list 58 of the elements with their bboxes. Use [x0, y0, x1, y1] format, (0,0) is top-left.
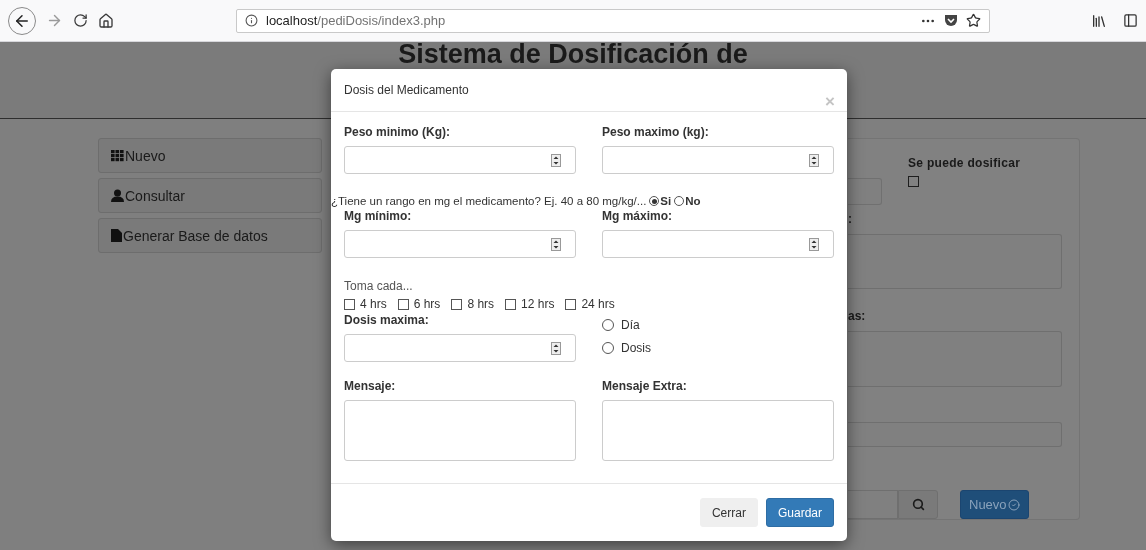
radio-option[interactable]: No — [674, 195, 701, 207]
dialog-title: Dosis del Medicamento — [344, 83, 469, 99]
field-label: Mensaje: — [344, 379, 397, 394]
menu-button[interactable]: Generar Base de datos — [98, 218, 322, 253]
text-field[interactable] — [848, 421, 1062, 447]
menu-button[interactable]: Nuevo — [98, 138, 322, 173]
checkbox-option[interactable]: 6 hrs — [397, 297, 441, 311]
number-field[interactable] — [344, 334, 576, 362]
field-label: Peso minimo (Kg): — [344, 125, 451, 140]
question-text: ¿Tiene un rango en mg el medicamento? Ej. 40 a 80 mg/kg/... — [331, 195, 647, 207]
field-label: Peso maximo (kg): — [602, 125, 710, 140]
field-label: Dosis maxima: — [344, 313, 430, 328]
checkbox-option[interactable]: 4 hrs — [344, 297, 387, 311]
address-bar[interactable]: localhost/pediDosis/index3.php — [236, 8, 990, 33]
text-field[interactable] — [848, 178, 882, 205]
library-icon[interactable] — [1091, 12, 1107, 29]
spinner-icon[interactable] — [809, 237, 819, 251]
checkbox-option[interactable]: 8 hrs — [451, 297, 495, 311]
checkbox-option[interactable]: 24 hrs — [565, 297, 615, 311]
number-field[interactable] — [344, 230, 576, 258]
menu-button[interactable]: Consultar — [98, 178, 322, 213]
info-icon[interactable] — [245, 14, 258, 27]
page-title: Sistema de Dosificación de — [398, 42, 748, 67]
search-button[interactable] — [898, 490, 938, 519]
bookmark-star-icon[interactable] — [966, 13, 981, 28]
user-icon — [111, 189, 124, 202]
radio-option[interactable]: Si — [649, 195, 672, 207]
field-label: Mg máximo: — [602, 209, 673, 224]
number-field[interactable] — [344, 146, 576, 174]
spinner-icon[interactable] — [551, 237, 561, 251]
field-label: as: — [848, 309, 867, 324]
checkbox[interactable] — [908, 176, 919, 187]
home-icon[interactable] — [98, 12, 114, 29]
grid-icon — [111, 149, 124, 162]
url-text: localhost/pediDosis/index3.php — [266, 13, 446, 28]
field-label: Se puede dosificar — [908, 156, 1021, 170]
field-label: Toma cada... — [344, 279, 414, 293]
sidebar-icon[interactable] — [1123, 13, 1138, 28]
close-button[interactable]: Cerrar — [699, 498, 758, 527]
file-icon — [111, 229, 122, 242]
number-field[interactable] — [602, 146, 834, 174]
radio-option[interactable]: Día — [602, 318, 834, 332]
field-label: Mg mínimo: — [344, 209, 413, 224]
search-icon — [911, 498, 925, 511]
radio-option[interactable]: Dosis — [602, 341, 834, 355]
spinner-icon[interactable] — [551, 341, 561, 355]
search-field[interactable] — [848, 490, 898, 519]
reload-icon[interactable] — [73, 13, 88, 28]
number-field[interactable] — [602, 230, 834, 258]
save-button[interactable]: Guardar — [765, 498, 834, 527]
spinner-icon[interactable] — [809, 153, 819, 167]
checkbox-option[interactable]: 12 hrs — [505, 297, 555, 311]
forward-arrow-icon[interactable] — [46, 12, 63, 29]
pocket-icon[interactable] — [944, 14, 958, 27]
spinner-icon[interactable] — [551, 153, 561, 167]
check-circle-icon — [1007, 498, 1020, 511]
field-label: : — [848, 212, 853, 227]
field-label: Mensaje Extra: — [602, 379, 688, 394]
